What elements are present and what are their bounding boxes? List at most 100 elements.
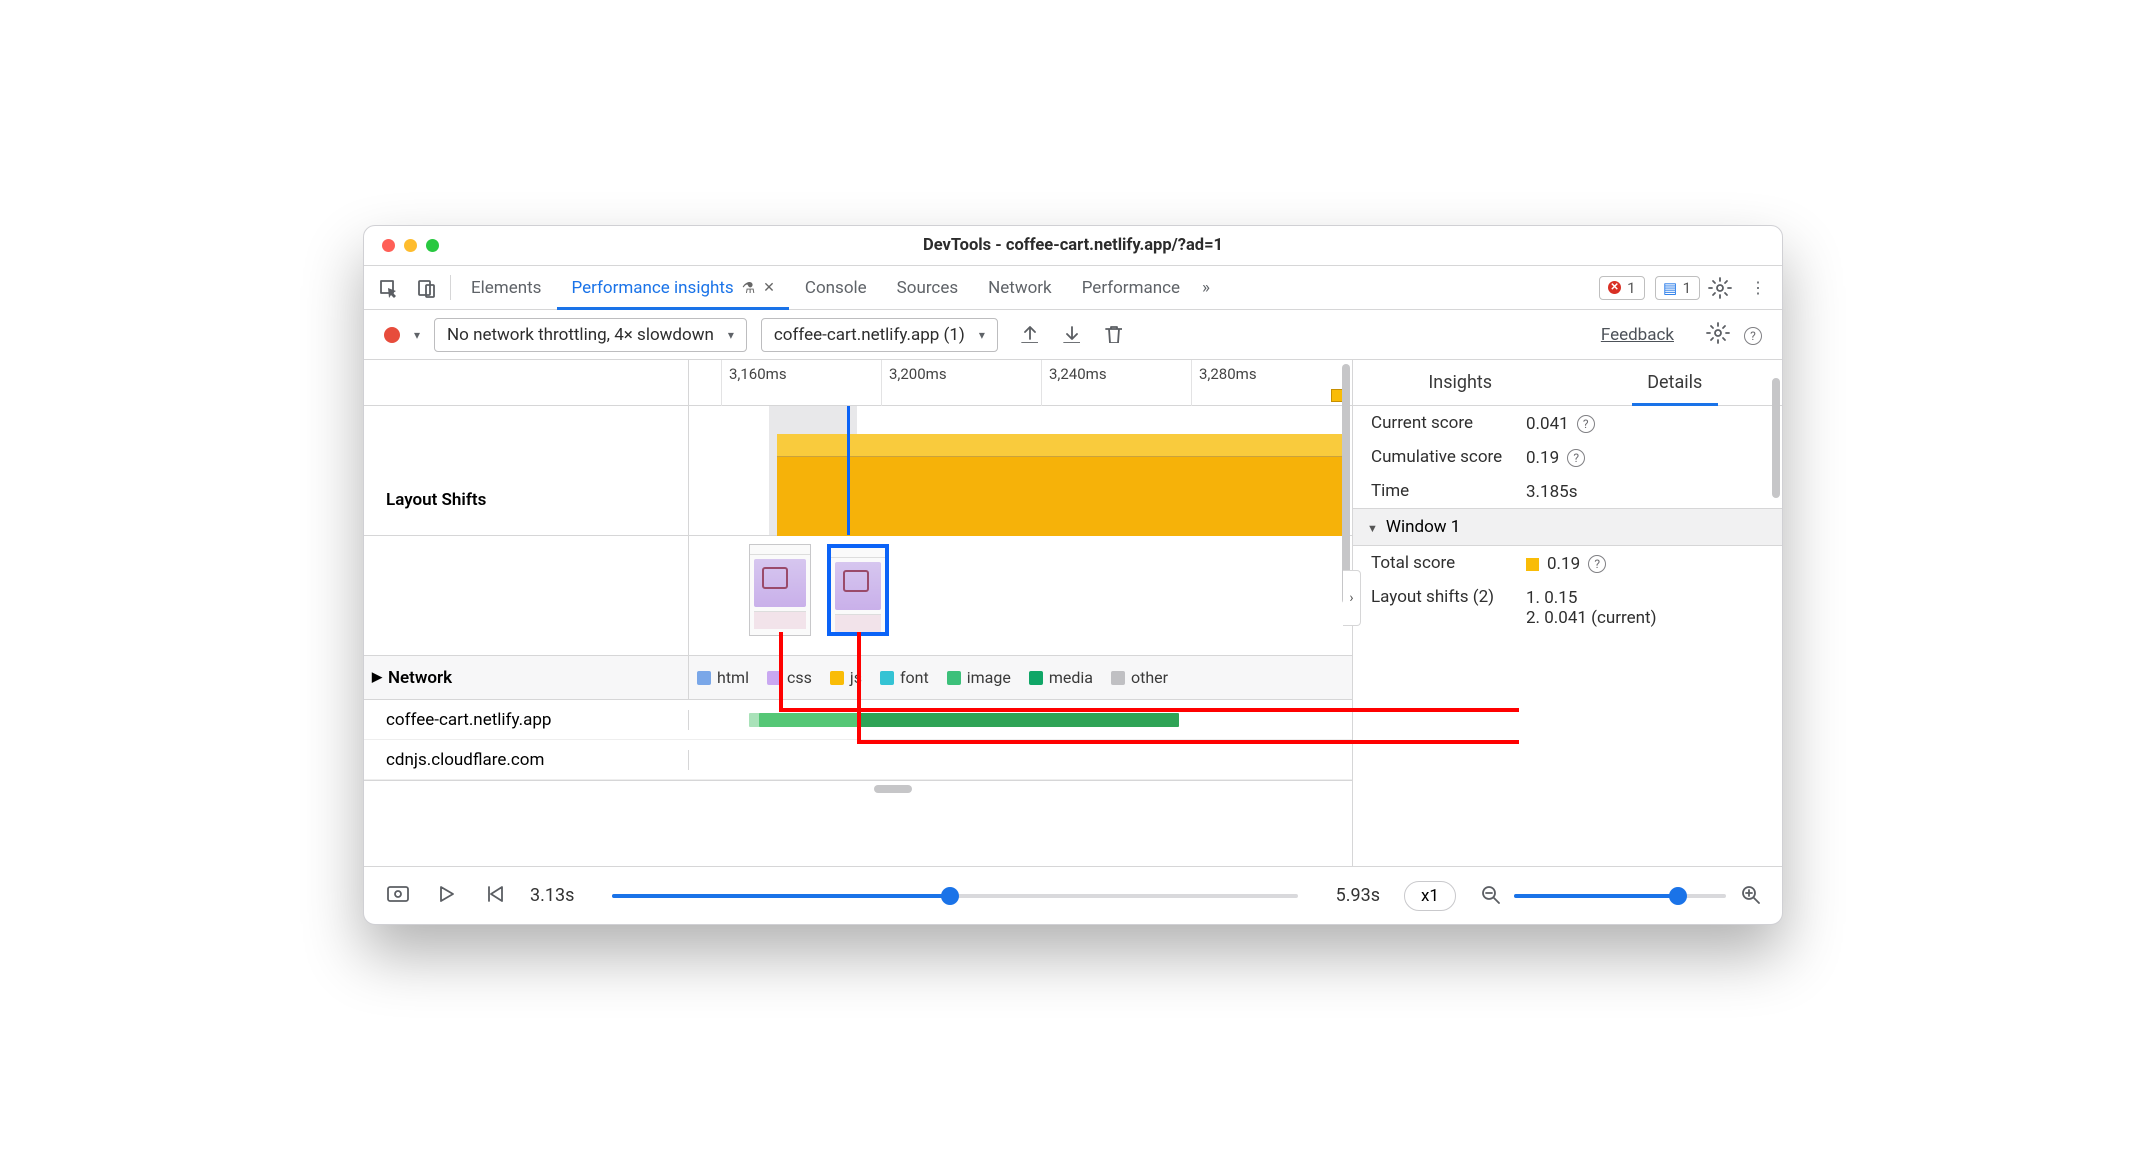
timeline-footer: 3.13s 5.93s x1 <box>364 866 1782 924</box>
details-pane: › Insights Details Current score 0.041? … <box>1352 360 1782 866</box>
close-dot[interactable] <box>382 239 395 252</box>
play-icon[interactable] <box>434 882 458 910</box>
help-icon[interactable]: ? <box>1588 555 1606 573</box>
upload-icon[interactable] <box>1018 323 1038 347</box>
window-title: DevTools - coffee-cart.netlify.app/?ad=1 <box>364 236 1782 255</box>
legend-font: font <box>880 668 929 687</box>
kebab-menu-icon[interactable]: ⋮ <box>1740 266 1776 309</box>
ruler-tick: 3,200ms <box>889 365 947 383</box>
errors-badge[interactable]: ✕ 1 <box>1599 276 1644 300</box>
legend-image: image <box>947 668 1011 687</box>
window-section-header[interactable]: ▼ Window 1 <box>1353 508 1782 546</box>
inspect-element-icon[interactable] <box>370 266 406 309</box>
layout-shifts-label: Layout Shifts <box>364 406 689 535</box>
kv-current-score: Current score 0.041? <box>1353 406 1782 440</box>
network-rows: coffee-cart.netlify.app cdnjs.cloudflare… <box>364 700 1352 780</box>
layout-shifts-track <box>364 536 1352 656</box>
flame-track: Layout Shifts <box>364 406 1352 536</box>
playback-speed[interactable]: x1 <box>1404 881 1456 911</box>
script-block <box>777 434 1342 456</box>
ruler-tick: 3,280ms <box>1199 365 1257 383</box>
download-icon[interactable] <box>1060 323 1080 347</box>
tab-performance-insights[interactable]: Performance insights ⚗ ✕ <box>557 266 788 309</box>
messages-badge[interactable]: ▤ 1 <box>1655 276 1700 300</box>
error-dot-icon: ✕ <box>1608 281 1621 294</box>
panel-settings-icon[interactable] <box>1706 321 1730 349</box>
device-toolbar-icon[interactable] <box>408 266 444 309</box>
layout-shift-thumbnail-selected[interactable] <box>827 544 889 636</box>
record-chevron-icon[interactable]: ▾ <box>414 328 420 342</box>
tab-elements[interactable]: Elements <box>457 266 555 309</box>
preview-icon[interactable] <box>386 882 410 910</box>
status-badges: ✕ 1 ▤ 1 <box>1599 266 1700 309</box>
tab-label: Performance insights <box>571 278 733 298</box>
vertical-scrollbar[interactable] <box>1770 360 1782 866</box>
traffic-lights <box>364 239 439 252</box>
layout-shift-thumbnail[interactable] <box>749 544 811 636</box>
horizontal-scrollbar[interactable] <box>364 780 1352 796</box>
layout-shift-item[interactable]: 2. 0.041 (current) <box>1526 608 1657 628</box>
perf-insights-toolbar: ▾ No network throttling, 4× slowdown▾ co… <box>364 310 1782 360</box>
help-icon[interactable]: ? <box>1577 415 1595 433</box>
zoom-out-icon[interactable] <box>1480 884 1500 908</box>
ruler-tick: 3,240ms <box>1049 365 1107 383</box>
throttling-select[interactable]: No network throttling, 4× slowdown▾ <box>434 318 747 352</box>
tab-sources[interactable]: Sources <box>883 266 972 309</box>
time-end: 5.93s <box>1336 885 1380 906</box>
tab-console[interactable]: Console <box>791 266 881 309</box>
time-slider[interactable] <box>612 894 1297 898</box>
network-legend: html css js font image media other <box>689 656 1352 699</box>
toolbar-icons <box>1018 323 1122 347</box>
ruler-tick: 3,160ms <box>729 365 787 383</box>
minimize-dot[interactable] <box>404 239 417 252</box>
time-start: 3.13s <box>530 885 574 906</box>
tab-details[interactable]: Details <box>1568 360 1783 405</box>
message-icon: ▤ <box>1664 281 1677 294</box>
legend-media: media <box>1029 668 1093 687</box>
flame-lane[interactable] <box>689 406 1352 535</box>
help-icon[interactable]: ? <box>1744 325 1762 345</box>
tab-network[interactable]: Network <box>974 266 1066 309</box>
panel-body: 3,160ms 3,200ms 3,240ms 3,280ms Layout S… <box>364 360 1782 866</box>
zoom-dot[interactable] <box>426 239 439 252</box>
chevron-down-icon: ▼ <box>1367 522 1378 535</box>
zoom-controls <box>1480 884 1760 908</box>
score-color-swatch <box>1526 558 1539 571</box>
details-tabs: Insights Details <box>1353 360 1782 406</box>
divider <box>450 275 451 301</box>
time-ruler[interactable]: 3,160ms 3,200ms 3,240ms 3,280ms <box>364 360 1352 406</box>
mac-titlebar: DevTools - coffee-cart.netlify.app/?ad=1 <box>364 226 1782 266</box>
expand-triangle-icon: ▶ <box>372 670 382 685</box>
settings-gear-icon[interactable] <box>1702 266 1738 309</box>
zoom-slider[interactable] <box>1514 894 1726 898</box>
network-label[interactable]: ▶ Network <box>364 656 689 699</box>
devtools-tabbar: Elements Performance insights ⚗ ✕ Consol… <box>364 266 1782 310</box>
script-block <box>777 456 1342 536</box>
more-tabs[interactable]: » <box>1196 266 1216 309</box>
timeline-area: 3,160ms 3,200ms 3,240ms 3,280ms Layout S… <box>364 360 1352 866</box>
kv-total-score: Total score 0.19? <box>1353 546 1782 580</box>
legend-other: other <box>1111 668 1168 687</box>
tab-performance[interactable]: Performance <box>1068 266 1194 309</box>
close-icon[interactable]: ✕ <box>763 280 775 296</box>
playhead-line <box>847 406 850 535</box>
network-row[interactable]: cdnjs.cloudflare.com <box>364 740 1352 780</box>
record-button[interactable] <box>384 327 400 343</box>
tab-insights[interactable]: Insights <box>1353 360 1568 405</box>
zoom-in-icon[interactable] <box>1740 884 1760 908</box>
feedback-link[interactable]: Feedback <box>1601 325 1674 345</box>
page-select[interactable]: coffee-cart.netlify.app (1)▾ <box>761 318 998 352</box>
skip-start-icon[interactable] <box>482 882 506 910</box>
kv-layout-shifts: Layout shifts (2) 1. 0.15 2. 0.041 (curr… <box>1353 580 1782 634</box>
devtools-window: DevTools - coffee-cart.netlify.app/?ad=1… <box>363 225 1783 925</box>
legend-css: css <box>767 668 812 687</box>
network-track-header: ▶ Network html css js font image media o… <box>364 656 1352 700</box>
legend-js: js <box>830 668 862 687</box>
help-icon[interactable]: ? <box>1567 449 1585 467</box>
pane-expand-handle[interactable]: › <box>1343 570 1361 626</box>
trash-icon[interactable] <box>1102 323 1122 347</box>
legend-html: html <box>697 668 749 687</box>
layout-shift-item[interactable]: 1. 0.15 <box>1526 588 1657 608</box>
kv-time: Time 3.185s <box>1353 474 1782 508</box>
network-row[interactable]: coffee-cart.netlify.app <box>364 700 1352 740</box>
